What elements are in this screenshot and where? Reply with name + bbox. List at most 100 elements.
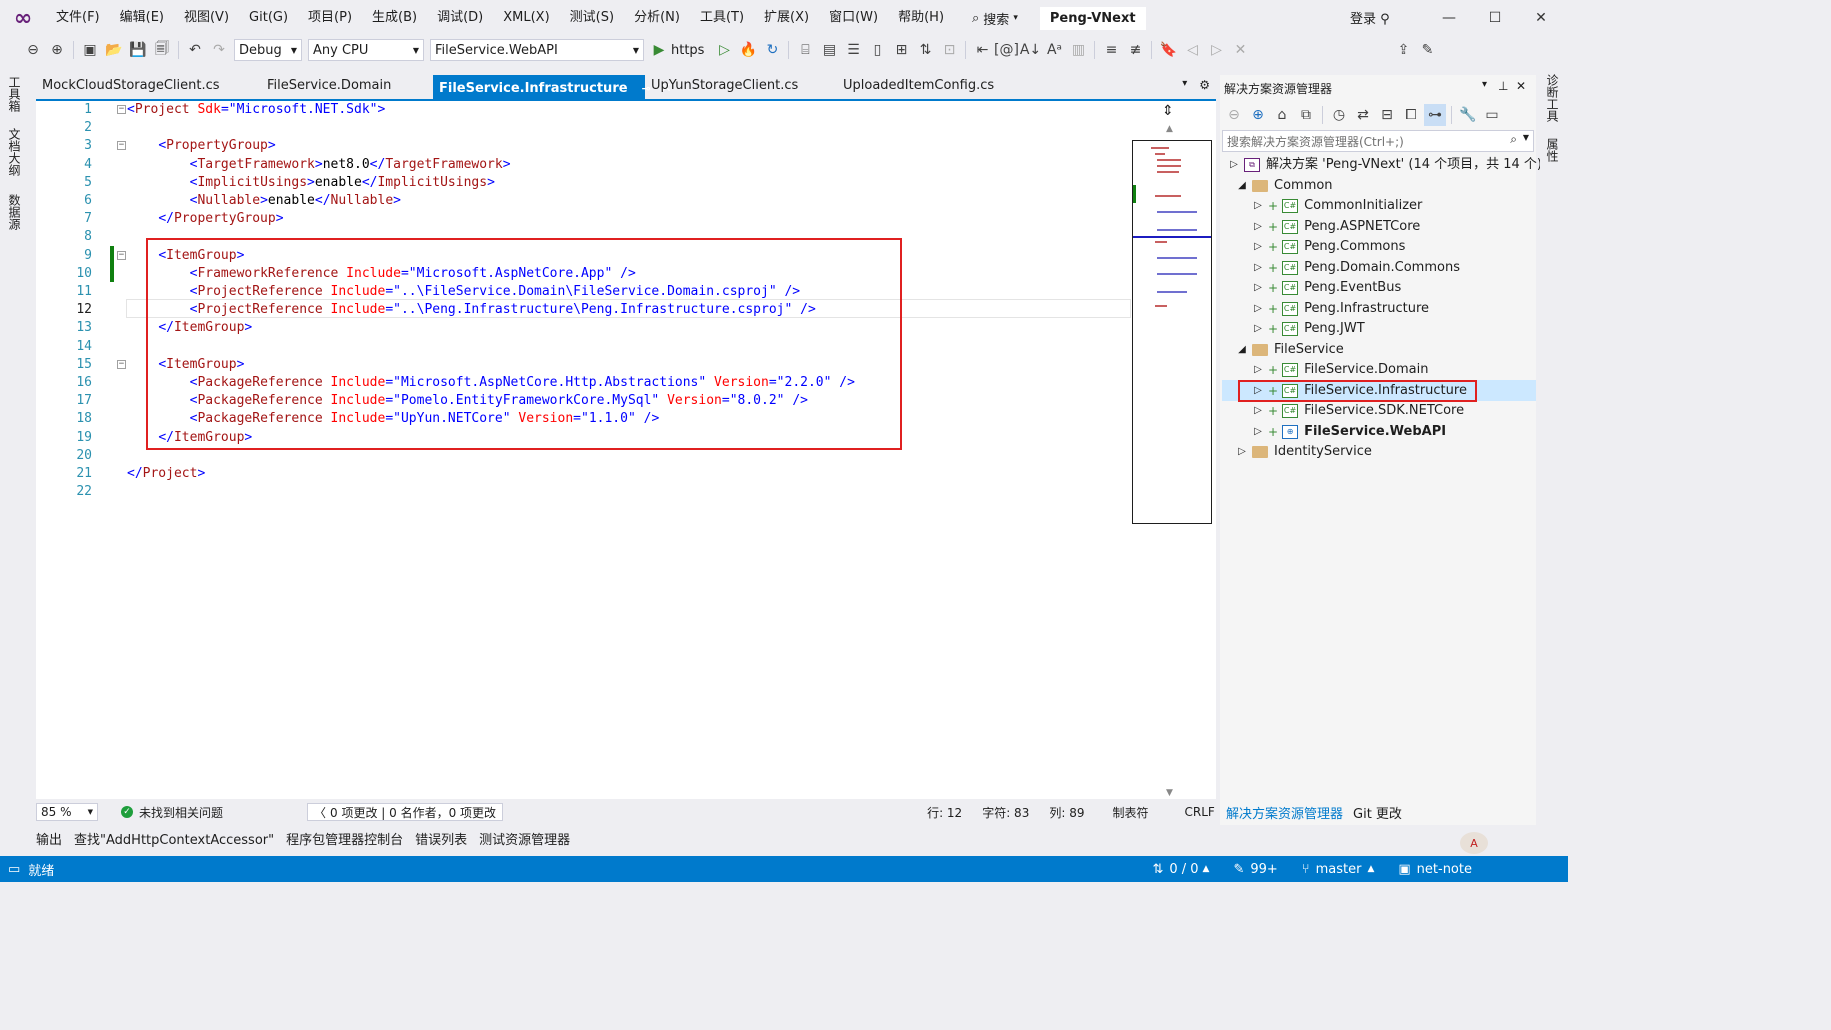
- char-indicator[interactable]: 字符: 83: [982, 804, 1029, 821]
- brackets-icon[interactable]: [@]: [994, 39, 1019, 61]
- split-editor-icon[interactable]: ⇕: [1162, 103, 1174, 119]
- search-button[interactable]: ⌕ 搜索 ▾: [962, 9, 1028, 28]
- tree-project[interactable]: ▷ + C# Peng.Infrastructure: [1252, 299, 1429, 320]
- menu-item[interactable]: 项目(P): [298, 0, 362, 36]
- code-line[interactable]: 3 − <PropertyGroup>: [36, 137, 1131, 155]
- share-icon[interactable]: ⇪: [1392, 39, 1414, 61]
- clear-bookmarks-icon[interactable]: ✕: [1229, 39, 1251, 61]
- collapsed-arrow-icon[interactable]: ▷: [1252, 278, 1264, 299]
- tree-folder[interactable]: ◢ FileService: [1236, 340, 1344, 361]
- solution-search-input[interactable]: 搜索解决方案资源管理器(Ctrl+;) ⌕ ▼: [1222, 130, 1534, 152]
- menu-item[interactable]: 分析(N): [624, 0, 690, 36]
- track-active-icon[interactable]: ⊶: [1424, 104, 1446, 126]
- tab-fileservice-domain[interactable]: FileService.Domain: [261, 75, 433, 99]
- tree-project[interactable]: ▷ + C# Peng.JWT: [1252, 319, 1365, 340]
- prev-bookmark-icon[interactable]: ◁: [1181, 39, 1203, 61]
- collapsed-arrow-icon[interactable]: ▷: [1252, 237, 1264, 258]
- tab-test-explorer[interactable]: 测试资源管理器: [473, 829, 576, 848]
- tree-project[interactable]: ▷ + ⊕ FileService.WebAPI: [1252, 422, 1446, 443]
- tab-mockcloudstorageclient[interactable]: MockCloudStorageClient.cs: [36, 75, 261, 99]
- git-repository[interactable]: net-note: [1417, 862, 1472, 877]
- indent-mode[interactable]: 制表符: [1112, 804, 1148, 821]
- tree-solution[interactable]: ▷ ⧉ 解决方案 'Peng-VNext' (14 个项目，共 14 个): [1228, 155, 1542, 176]
- tab-uploadeditemconfig[interactable]: UploadedItemConfig.cs: [837, 75, 1037, 99]
- collapse-icon[interactable]: −: [117, 250, 126, 260]
- issues-status[interactable]: 未找到相关问题: [139, 804, 223, 821]
- format-icon[interactable]: A↓: [1019, 39, 1041, 61]
- tab-fileservice-infrastructure[interactable]: FileService.Infrastructure ⊸ ✕: [433, 75, 672, 99]
- home-icon[interactable]: ⌂: [1271, 104, 1293, 126]
- collapse-all-icon[interactable]: ⊟: [1376, 104, 1398, 126]
- sort-icon[interactable]: ⇅: [914, 39, 936, 61]
- run-without-debug-icon[interactable]: ▷: [713, 39, 735, 61]
- toolbox-tab[interactable]: 工具箱: [6, 76, 23, 112]
- menu-item[interactable]: 测试(S): [560, 0, 624, 36]
- menu-item[interactable]: XML(X): [493, 0, 559, 36]
- platform-dropdown[interactable]: Any CPU ▼: [308, 39, 424, 61]
- tab-output[interactable]: 输出: [30, 829, 68, 848]
- open-folder-icon[interactable]: 📂: [103, 39, 125, 61]
- menu-item[interactable]: 编辑(E): [110, 0, 174, 36]
- git-changes-indicator[interactable]: 〈 0 项更改 | 0 名作者，0 项更改: [307, 803, 504, 821]
- tree-project[interactable]: ▷ + C# CommonInitializer: [1252, 196, 1422, 217]
- code-minimap[interactable]: [1132, 140, 1212, 524]
- tab-git-changes[interactable]: Git 更改: [1353, 803, 1402, 822]
- collapse-icon[interactable]: −: [117, 359, 126, 369]
- hierarchy-icon[interactable]: ⊞: [890, 39, 912, 61]
- collapsed-arrow-icon[interactable]: ▷: [1252, 299, 1264, 320]
- code-line[interactable]: 22: [36, 483, 1131, 501]
- collapsed-arrow-icon[interactable]: ▷: [1252, 360, 1264, 381]
- tree-project[interactable]: ▷ + C# Peng.Domain.Commons: [1252, 258, 1460, 279]
- hot-reload-icon[interactable]: 🔥: [737, 39, 759, 61]
- properties-tab[interactable]: 属性: [1544, 138, 1561, 162]
- diagnostic-tools-tab[interactable]: 诊断工具: [1544, 74, 1561, 122]
- menu-item[interactable]: 窗口(W): [819, 0, 888, 36]
- code-line[interactable]: 4 <TargetFramework>net8.0</TargetFramewo…: [36, 156, 1131, 174]
- code-line[interactable]: 21 </Project>: [36, 465, 1131, 483]
- toolbox-icon[interactable]: ⌸: [794, 39, 816, 61]
- code-line[interactable]: 1 − <Project Sdk="Microsoft.NET.Sdk">: [36, 101, 1131, 119]
- menu-item[interactable]: 文件(F): [46, 0, 110, 36]
- preview-icon[interactable]: ▭: [1481, 104, 1503, 126]
- tab-overflow-icon[interactable]: ▾: [1176, 75, 1193, 99]
- collapsed-arrow-icon[interactable]: ▷: [1252, 319, 1264, 340]
- tab-solution-explorer[interactable]: 解决方案资源管理器: [1226, 803, 1343, 822]
- run-profile-label[interactable]: https: [671, 43, 704, 58]
- minimize-button[interactable]: —: [1426, 0, 1472, 36]
- notifications-icon[interactable]: ▭: [8, 862, 20, 877]
- show-all-files-icon[interactable]: ⧠: [1400, 104, 1422, 126]
- save-icon[interactable]: 💾: [127, 39, 149, 61]
- feedback-icon[interactable]: ✎: [1416, 39, 1438, 61]
- login-button[interactable]: 登录 ⚲: [1350, 8, 1390, 27]
- collapsed-arrow-icon[interactable]: ▷: [1252, 422, 1264, 443]
- zoom-dropdown[interactable]: 85 % ▼: [36, 803, 98, 821]
- git-branch[interactable]: master: [1316, 862, 1362, 877]
- font-size-icon[interactable]: Aᵃ: [1043, 39, 1065, 61]
- line-ending[interactable]: CRLF: [1185, 805, 1215, 819]
- scroll-up-icon[interactable]: ▲: [1166, 124, 1173, 134]
- tab-package-manager-console[interactable]: 程序包管理器控制台: [280, 829, 409, 848]
- new-project-icon[interactable]: ▣: [79, 39, 101, 61]
- tree-project[interactable]: ▷ + C# FileService.Domain: [1252, 360, 1428, 381]
- collapse-icon[interactable]: −: [117, 141, 126, 151]
- config-dropdown[interactable]: Debug ▼: [234, 39, 302, 61]
- list-icon[interactable]: ☰: [842, 39, 864, 61]
- paste-icon[interactable]: ▥: [1067, 39, 1089, 61]
- data-sources-tab[interactable]: 数据源: [6, 194, 23, 230]
- tree-project[interactable]: ▷ + C# Peng.ASPNETCore: [1252, 217, 1420, 238]
- outdent-icon[interactable]: ⇤: [971, 39, 993, 61]
- collapse-icon[interactable]: −: [117, 105, 126, 114]
- document-icon[interactable]: ▯: [866, 39, 888, 61]
- tree-folder[interactable]: ◢ Common: [1236, 176, 1332, 197]
- undo-icon[interactable]: ↶: [184, 39, 206, 61]
- forward-icon[interactable]: ⊕: [46, 39, 68, 61]
- menu-item[interactable]: 视图(V): [174, 0, 239, 36]
- collapsed-arrow-icon[interactable]: ▷: [1252, 401, 1264, 422]
- switch-views-icon[interactable]: ⧉: [1295, 104, 1317, 126]
- menu-item[interactable]: 生成(B): [362, 0, 427, 36]
- properties-wrench-icon[interactable]: 🔧: [1457, 104, 1479, 126]
- comment-icon[interactable]: ≡: [1100, 39, 1122, 61]
- collapsed-arrow-icon[interactable]: ▷: [1252, 196, 1264, 217]
- collapsed-arrow-icon[interactable]: ▷: [1252, 217, 1264, 238]
- run-icon[interactable]: ▶: [648, 39, 670, 61]
